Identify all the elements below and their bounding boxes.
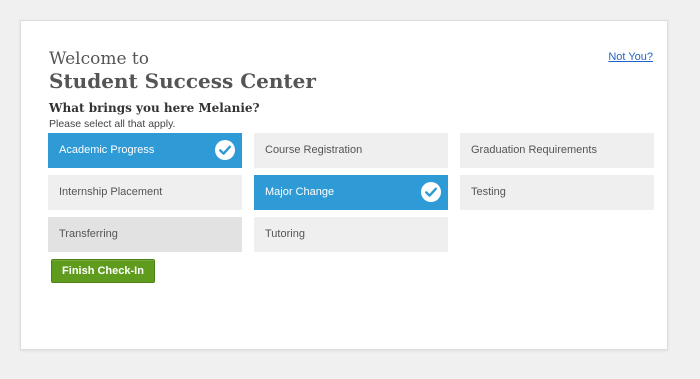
- visit-reason-question: What brings you here Melanie?: [49, 101, 260, 115]
- not-you-link[interactable]: Not You?: [608, 51, 653, 63]
- selection-hint: Please select all that apply.: [49, 118, 176, 130]
- option-course-registration[interactable]: Course Registration: [254, 133, 448, 168]
- option-label: Testing: [471, 186, 506, 198]
- option-label: Major Change: [265, 186, 335, 198]
- option-graduation-requirements[interactable]: Graduation Requirements: [460, 133, 654, 168]
- option-academic-progress[interactable]: Academic Progress: [48, 133, 242, 168]
- check-in-card: Welcome to Student Success Center Not Yo…: [20, 20, 668, 350]
- option-label: Internship Placement: [59, 186, 163, 198]
- welcome-heading: Welcome to: [49, 49, 149, 69]
- option-testing[interactable]: Testing: [460, 175, 654, 210]
- page-title: Student Success Center: [49, 69, 316, 93]
- option-label: Tutoring: [265, 228, 305, 240]
- finish-check-in-button[interactable]: Finish Check-In: [51, 259, 155, 283]
- option-label: Transferring: [59, 228, 118, 240]
- option-major-change[interactable]: Major Change: [254, 175, 448, 210]
- option-internship-placement[interactable]: Internship Placement: [48, 175, 242, 210]
- option-tutoring[interactable]: Tutoring: [254, 217, 448, 252]
- check-circle-icon: [421, 182, 441, 202]
- option-label: Course Registration: [265, 144, 363, 156]
- option-label: Graduation Requirements: [471, 144, 597, 156]
- check-circle-icon: [215, 140, 235, 160]
- option-label: Academic Progress: [59, 144, 155, 156]
- option-transferring[interactable]: Transferring: [48, 217, 242, 252]
